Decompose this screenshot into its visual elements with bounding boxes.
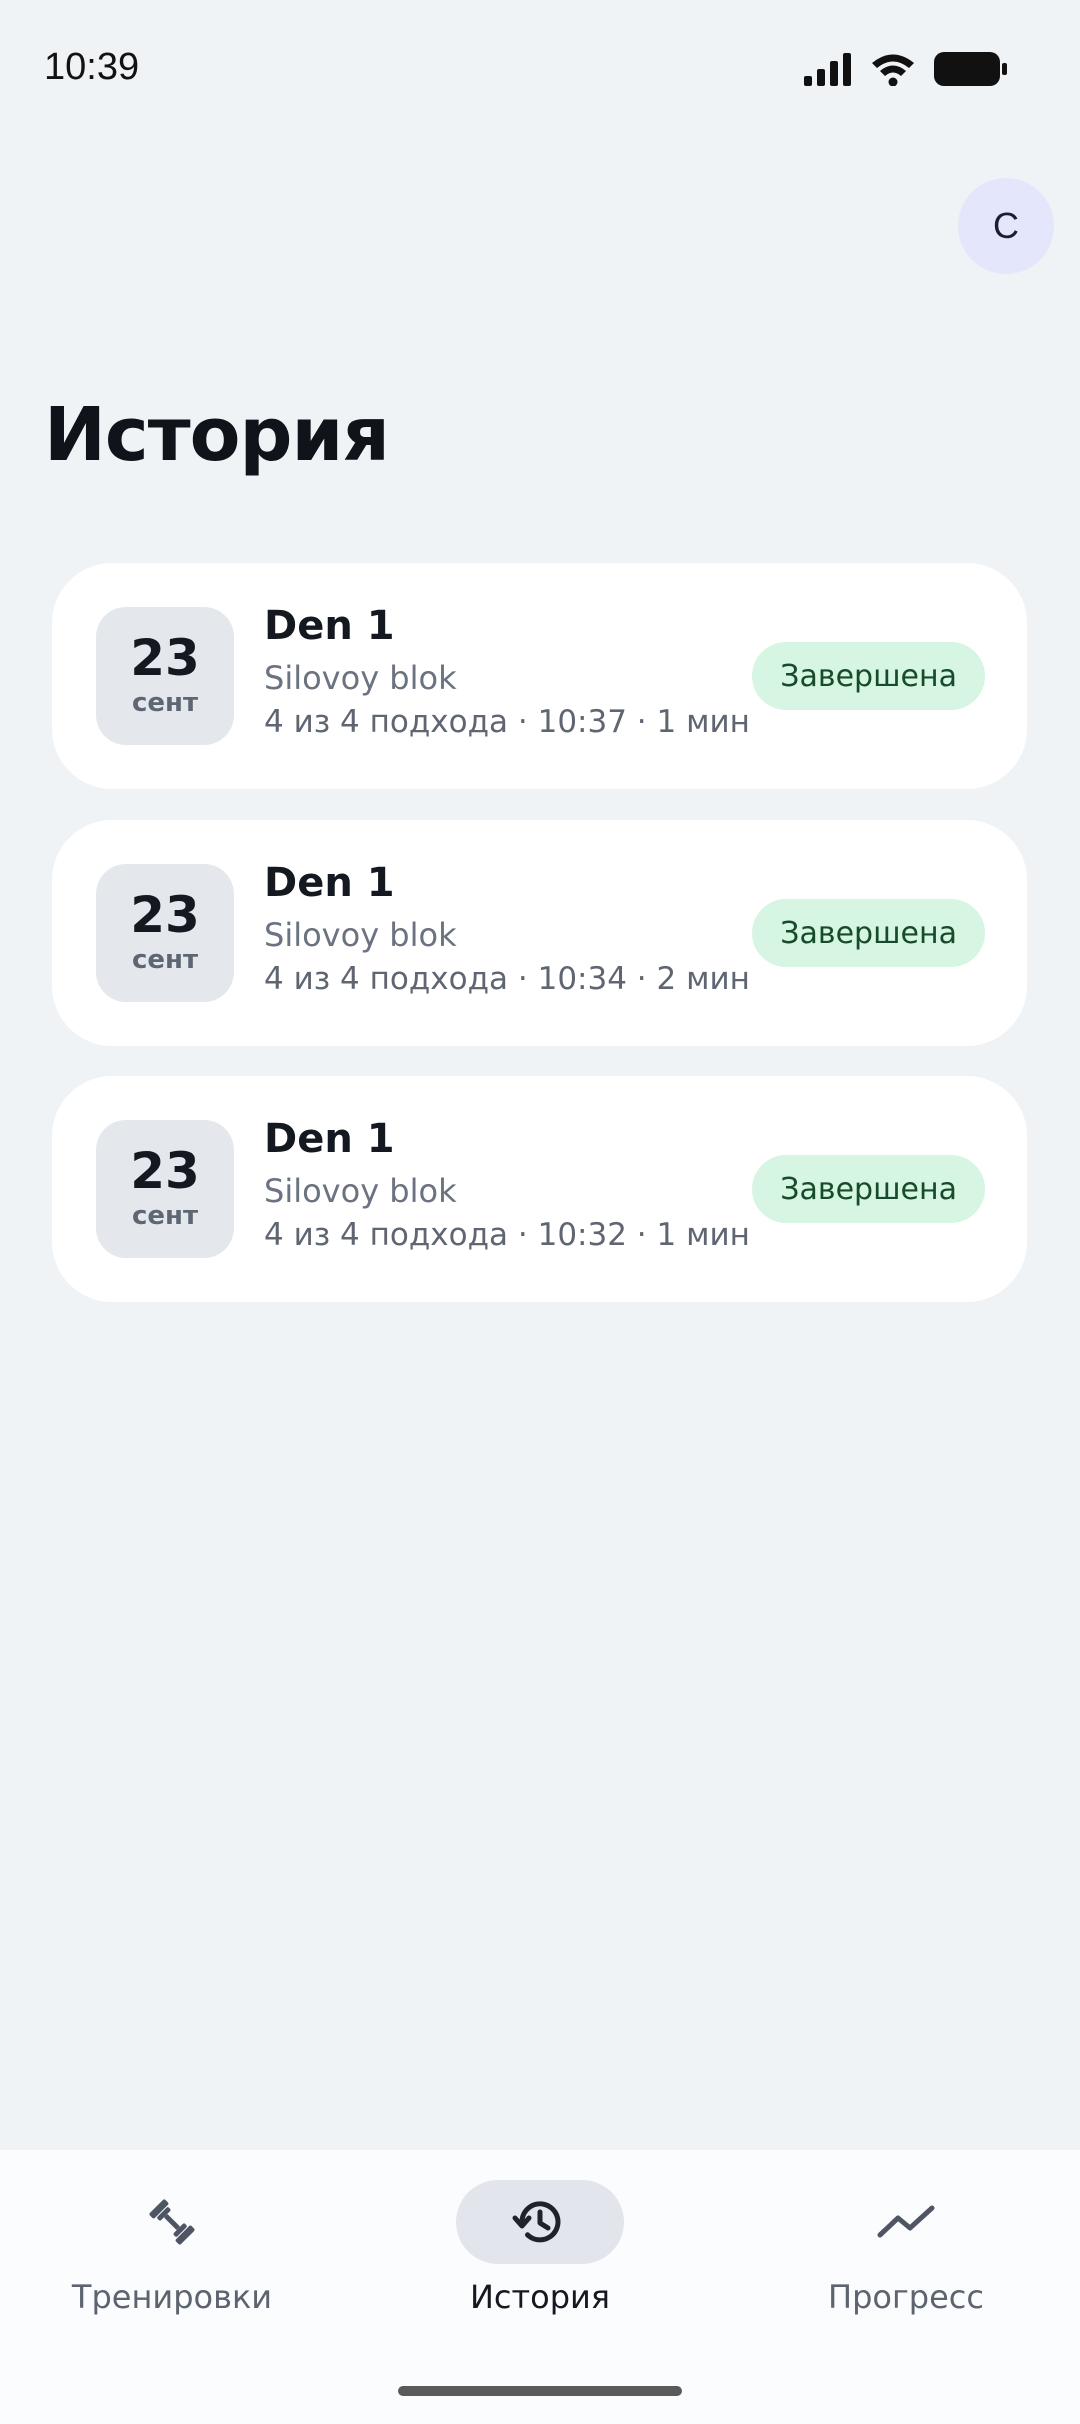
bottom-navigation: Тренировки История Прогресс [0, 2150, 1080, 2424]
nav-label-history: История [469, 2278, 611, 2316]
wifi-icon [872, 54, 914, 86]
workout-subtitle: Silovoy blok [264, 916, 457, 954]
workout-meta: 4 из 4 подхода · 10:32 · 1 мин [264, 1217, 750, 1253]
date-day: 23 [130, 629, 200, 687]
date-badge: 23 сент [96, 1120, 234, 1258]
trend-line-icon [877, 2205, 935, 2238]
status-badge: Завершена [752, 642, 985, 710]
nav-item-progress[interactable]: Прогресс [756, 2180, 1056, 2316]
workout-title: Den 1 [264, 860, 395, 906]
status-bar: 10:39 [0, 0, 1080, 140]
date-month: сент [131, 688, 199, 718]
workout-meta: 4 из 4 подхода · 10:34 · 2 мин [264, 961, 750, 997]
status-badge: Завершена [752, 899, 985, 967]
nav-icon-container [822, 2180, 990, 2264]
date-badge: 23 сент [96, 864, 234, 1002]
workout-subtitle: Silovoy blok [264, 1172, 457, 1210]
nav-item-history[interactable]: История [390, 2180, 690, 2316]
battery-icon [934, 52, 1007, 86]
nav-item-workouts[interactable]: Тренировки [22, 2180, 322, 2316]
nav-label-progress: Прогресс [828, 2278, 984, 2316]
status-time: 10:39 [44, 46, 140, 88]
workout-subtitle: Silovoy blok [264, 659, 457, 697]
history-card[interactable]: 23 сент Den 1 Silovoy blok 4 из 4 подход… [52, 1076, 1027, 1302]
date-month: сент [131, 945, 199, 975]
nav-icon-container [456, 2180, 624, 2264]
nav-icon-container [88, 2180, 256, 2264]
history-card[interactable]: 23 сент Den 1 Silovoy blok 4 из 4 подход… [52, 563, 1027, 789]
home-indicator [398, 2386, 682, 2396]
profile-avatar[interactable]: С [958, 178, 1054, 274]
dumbbell-icon [149, 2199, 195, 2245]
status-icons [804, 52, 1008, 86]
date-day: 23 [130, 886, 200, 944]
date-badge: 23 сент [96, 607, 234, 745]
workout-title: Den 1 [264, 1116, 395, 1162]
date-day: 23 [130, 1142, 200, 1200]
workout-title: Den 1 [264, 603, 395, 649]
date-month: сент [131, 1201, 199, 1231]
history-card[interactable]: 23 сент Den 1 Silovoy blok 4 из 4 подход… [52, 820, 1027, 1046]
history-icon [512, 2201, 561, 2243]
status-badge: Завершена [752, 1155, 985, 1223]
nav-label-workouts: Тренировки [71, 2278, 273, 2316]
signal-icon [804, 53, 851, 86]
page-title: История [44, 392, 390, 478]
workout-meta: 4 из 4 подхода · 10:37 · 1 мин [264, 704, 750, 740]
